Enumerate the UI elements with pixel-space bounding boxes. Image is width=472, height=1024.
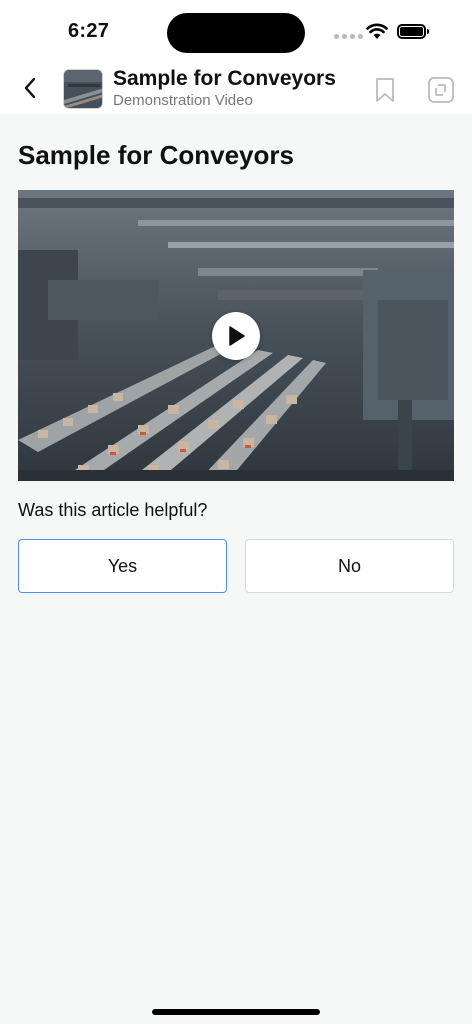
video-player[interactable] [18,190,454,481]
battery-icon [397,24,429,39]
back-chevron-icon [24,77,36,99]
article-title: Sample for Conveyors [18,140,294,170]
yes-button[interactable]: Yes [18,539,227,593]
header-subtitle: Demonstration Video [113,92,253,109]
wifi-icon [366,23,388,39]
back-button[interactable] [16,74,44,102]
play-icon [229,326,245,346]
home-indicator [152,1009,320,1015]
status-bar: 6:27 [0,0,472,62]
copy-icon[interactable] [427,76,455,104]
play-button[interactable] [212,312,260,360]
helpful-question: Was this article helpful? [18,500,208,520]
no-button[interactable]: No [245,539,454,593]
cellular-signal-icon [334,34,363,39]
nav-header: Sample for Conveyors Demonstration Video [0,62,472,114]
dynamic-island [167,13,305,53]
header-title: Sample for Conveyors [113,67,336,90]
bookmark-icon[interactable] [372,76,398,104]
status-time: 6:27 [68,20,110,42]
video-thumbnail [63,69,103,109]
